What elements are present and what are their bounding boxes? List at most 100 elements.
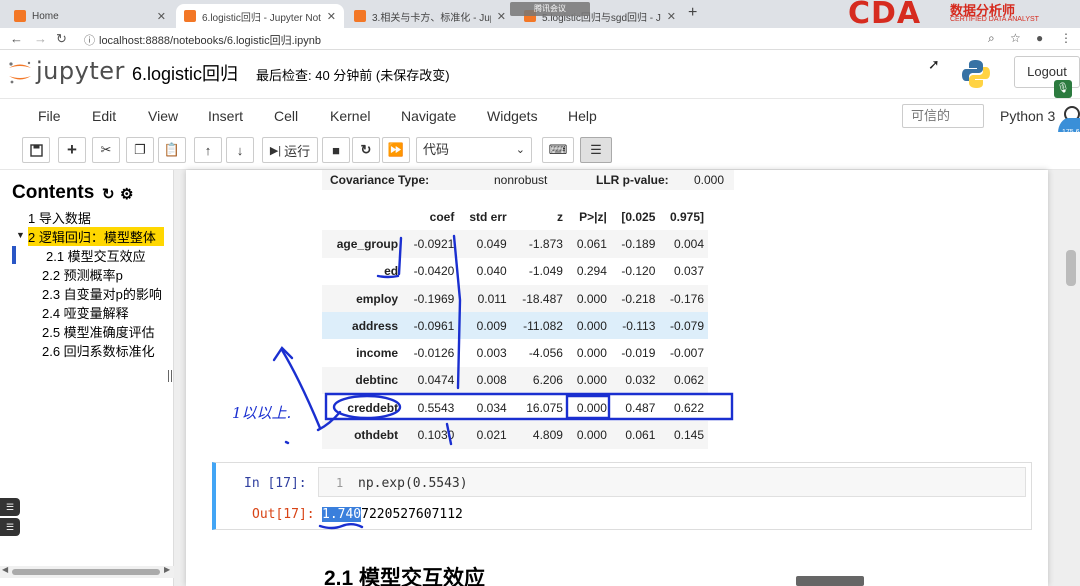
llr-value: 0.000: [694, 173, 725, 187]
header-cell: 0.975]: [669, 209, 704, 224]
toc-item-2-5[interactable]: 2.5 模型准确度评估: [42, 322, 170, 341]
jupyter-logo-icon[interactable]: [6, 58, 34, 86]
toc-title: Contents: [12, 182, 95, 203]
menu-insert[interactable]: Insert: [208, 108, 243, 124]
output-text[interactable]: 1.7407220527607112: [322, 507, 463, 522]
paste-icon[interactable]: 📋: [158, 137, 186, 163]
restart-icon[interactable]: ↻: [352, 137, 380, 163]
table-cell: -0.0420: [413, 264, 455, 279]
close-icon[interactable]: ✕: [157, 10, 166, 23]
add-cell-icon[interactable]: +: [58, 137, 86, 163]
toc-toggle-icon[interactable]: ☰: [580, 137, 612, 163]
info-icon[interactable]: ⓘ: [84, 35, 95, 47]
stop-icon[interactable]: ■: [322, 137, 350, 163]
toc-current-marker: [12, 246, 16, 264]
page-scrollbar[interactable]: [1062, 170, 1080, 586]
table-cell: -0.0126: [413, 346, 455, 361]
back-icon[interactable]: ←: [10, 31, 23, 46]
toc-scroll-thumb[interactable]: [12, 569, 160, 575]
table-cell: 0.294: [576, 264, 607, 279]
cell-type-value: 代码: [423, 142, 450, 157]
toc-item-2-6[interactable]: 2.6 回归系数标准化: [42, 341, 168, 360]
jupyter-favicon-icon: [14, 10, 26, 22]
toc-item-2[interactable]: 2 逻辑回归：模型整体: [28, 227, 164, 246]
new-tab-icon[interactable]: +: [688, 4, 697, 22]
menu-view[interactable]: View: [148, 108, 178, 124]
table-header-row: coef std err z P>|z| [0.025 0.975]: [322, 203, 708, 230]
url-field[interactable]: ⓘ localhost:8888/notebooks/6.logistic回归.i…: [84, 32, 321, 48]
address-bar: ← → ↻ ⓘ localhost:8888/notebooks/6.logist…: [0, 28, 1080, 50]
fast-forward-icon[interactable]: ⏩: [382, 137, 410, 163]
cov-value: nonrobust: [494, 173, 548, 187]
keyboard-icon[interactable]: ⌨: [542, 137, 574, 163]
close-icon[interactable]: ✕: [497, 10, 506, 23]
list-icon[interactable]: ☰: [0, 518, 20, 536]
table-cell: 0.008: [458, 366, 511, 395]
toc-item-2-4[interactable]: 2.4 哑变量解释: [42, 303, 170, 322]
menu-navigate[interactable]: Navigate: [401, 108, 456, 124]
kernel-name[interactable]: Python 3: [1000, 108, 1055, 124]
tab-logistic[interactable]: 6.logistic回归 - Jupyter Noteb ✕: [176, 4, 344, 28]
reload-icon[interactable]: ↻: [56, 31, 67, 47]
cut-icon[interactable]: ✂: [92, 137, 120, 163]
tab-label: Home: [32, 10, 59, 22]
code-text[interactable]: np.exp(0.5543): [358, 476, 468, 491]
menu-help[interactable]: Help: [568, 108, 597, 124]
run-button[interactable]: ▶| 运行: [262, 137, 318, 163]
gear-icon[interactable]: ⚙: [120, 185, 133, 203]
table-cell: -18.487: [510, 284, 567, 313]
menu-file[interactable]: File: [38, 108, 61, 124]
meeting-overlay: 腾讯会议: [510, 2, 590, 16]
page-scroll-thumb[interactable]: [1066, 250, 1076, 286]
table-cell: -0.1969: [402, 284, 459, 313]
move-down-icon[interactable]: ↓: [226, 137, 254, 163]
tab-home[interactable]: Home ✕: [6, 4, 174, 28]
trusted-indicator[interactable]: 可信的: [902, 104, 984, 128]
refresh-icon[interactable]: ↻: [102, 185, 115, 203]
forward-icon[interactable]: →: [34, 31, 47, 46]
table-cell: -0.120: [621, 264, 656, 279]
row-label: age_group: [322, 230, 403, 258]
table-cell: 0.622: [673, 400, 704, 415]
table-cell: -0.079: [659, 312, 708, 340]
save-icon[interactable]: [22, 137, 50, 163]
move-up-icon[interactable]: ↑: [194, 137, 222, 163]
header-cell: coef: [429, 209, 455, 224]
table-cell: 0.000: [566, 312, 611, 340]
copy-icon[interactable]: ❐: [126, 137, 154, 163]
table-row: ed -0.0420 0.040 -1.049 0.294 -0.120 0.0…: [322, 258, 708, 285]
microphone-icon[interactable]: 🎙: [1054, 80, 1072, 98]
notebook-title[interactable]: 6.logistic回归: [132, 60, 238, 86]
tab-correlation[interactable]: 3.相关与卡方、标准化 - Jupyter ✕: [346, 4, 514, 28]
toc-item-2-2[interactable]: 2.2 预测概率p: [42, 265, 170, 284]
notebook-toolbar: + ✂ ❐ 📋 ↑ ↓ ▶| 运行 ■ ↻ ⏩ 代码 ⌄ ⌨ ☰: [0, 132, 1080, 170]
profile-icon[interactable]: ●: [1036, 31, 1043, 45]
menu-kernel[interactable]: Kernel: [330, 108, 370, 124]
jupyter-header: jupyter 6.logistic回归 最后检查: 40 分钟前 (未保存改变…: [0, 50, 1080, 98]
table-cell: -0.0921: [402, 230, 459, 258]
caret-down-icon[interactable]: ▼: [16, 230, 25, 240]
table-cell: 0.032: [610, 366, 660, 395]
toc-item-1[interactable]: 1 导入数据: [28, 208, 168, 227]
zoom-icon[interactable]: ⌕: [988, 31, 995, 46]
browser-menu-icon[interactable]: ⋮: [1060, 31, 1072, 45]
menu-widgets[interactable]: Widgets: [487, 108, 538, 124]
bookmark-star-icon[interactable]: ☆: [1010, 31, 1021, 45]
table-cell: 0.062: [659, 366, 708, 395]
scroll-right-icon[interactable]: ▶: [164, 565, 170, 574]
toc-item-2-3[interactable]: 2.3 自变量对p的影响: [42, 284, 166, 303]
close-icon[interactable]: ✕: [327, 10, 336, 23]
close-icon[interactable]: ✕: [667, 10, 676, 23]
menu-edit[interactable]: Edit: [92, 108, 116, 124]
cell-type-select[interactable]: 代码 ⌄: [416, 137, 532, 163]
list-icon[interactable]: ☰: [0, 498, 20, 516]
output-remaining-text: 7220527607112: [361, 507, 463, 522]
cda-subtitle: CERTIFIED DATA ANALYST: [950, 16, 1039, 23]
toc-item-2-1[interactable]: 2.1 模型交互效应: [46, 246, 170, 265]
jupyter-logo-text: jupyter: [36, 57, 125, 85]
summary-table: coef std err z P>|z| [0.025 0.975] age_g…: [322, 203, 708, 449]
resize-handle[interactable]: [168, 370, 172, 382]
scroll-left-icon[interactable]: ◀: [2, 565, 8, 574]
menu-cell[interactable]: Cell: [274, 108, 298, 124]
llr-label: LLR p-value:: [596, 173, 669, 187]
